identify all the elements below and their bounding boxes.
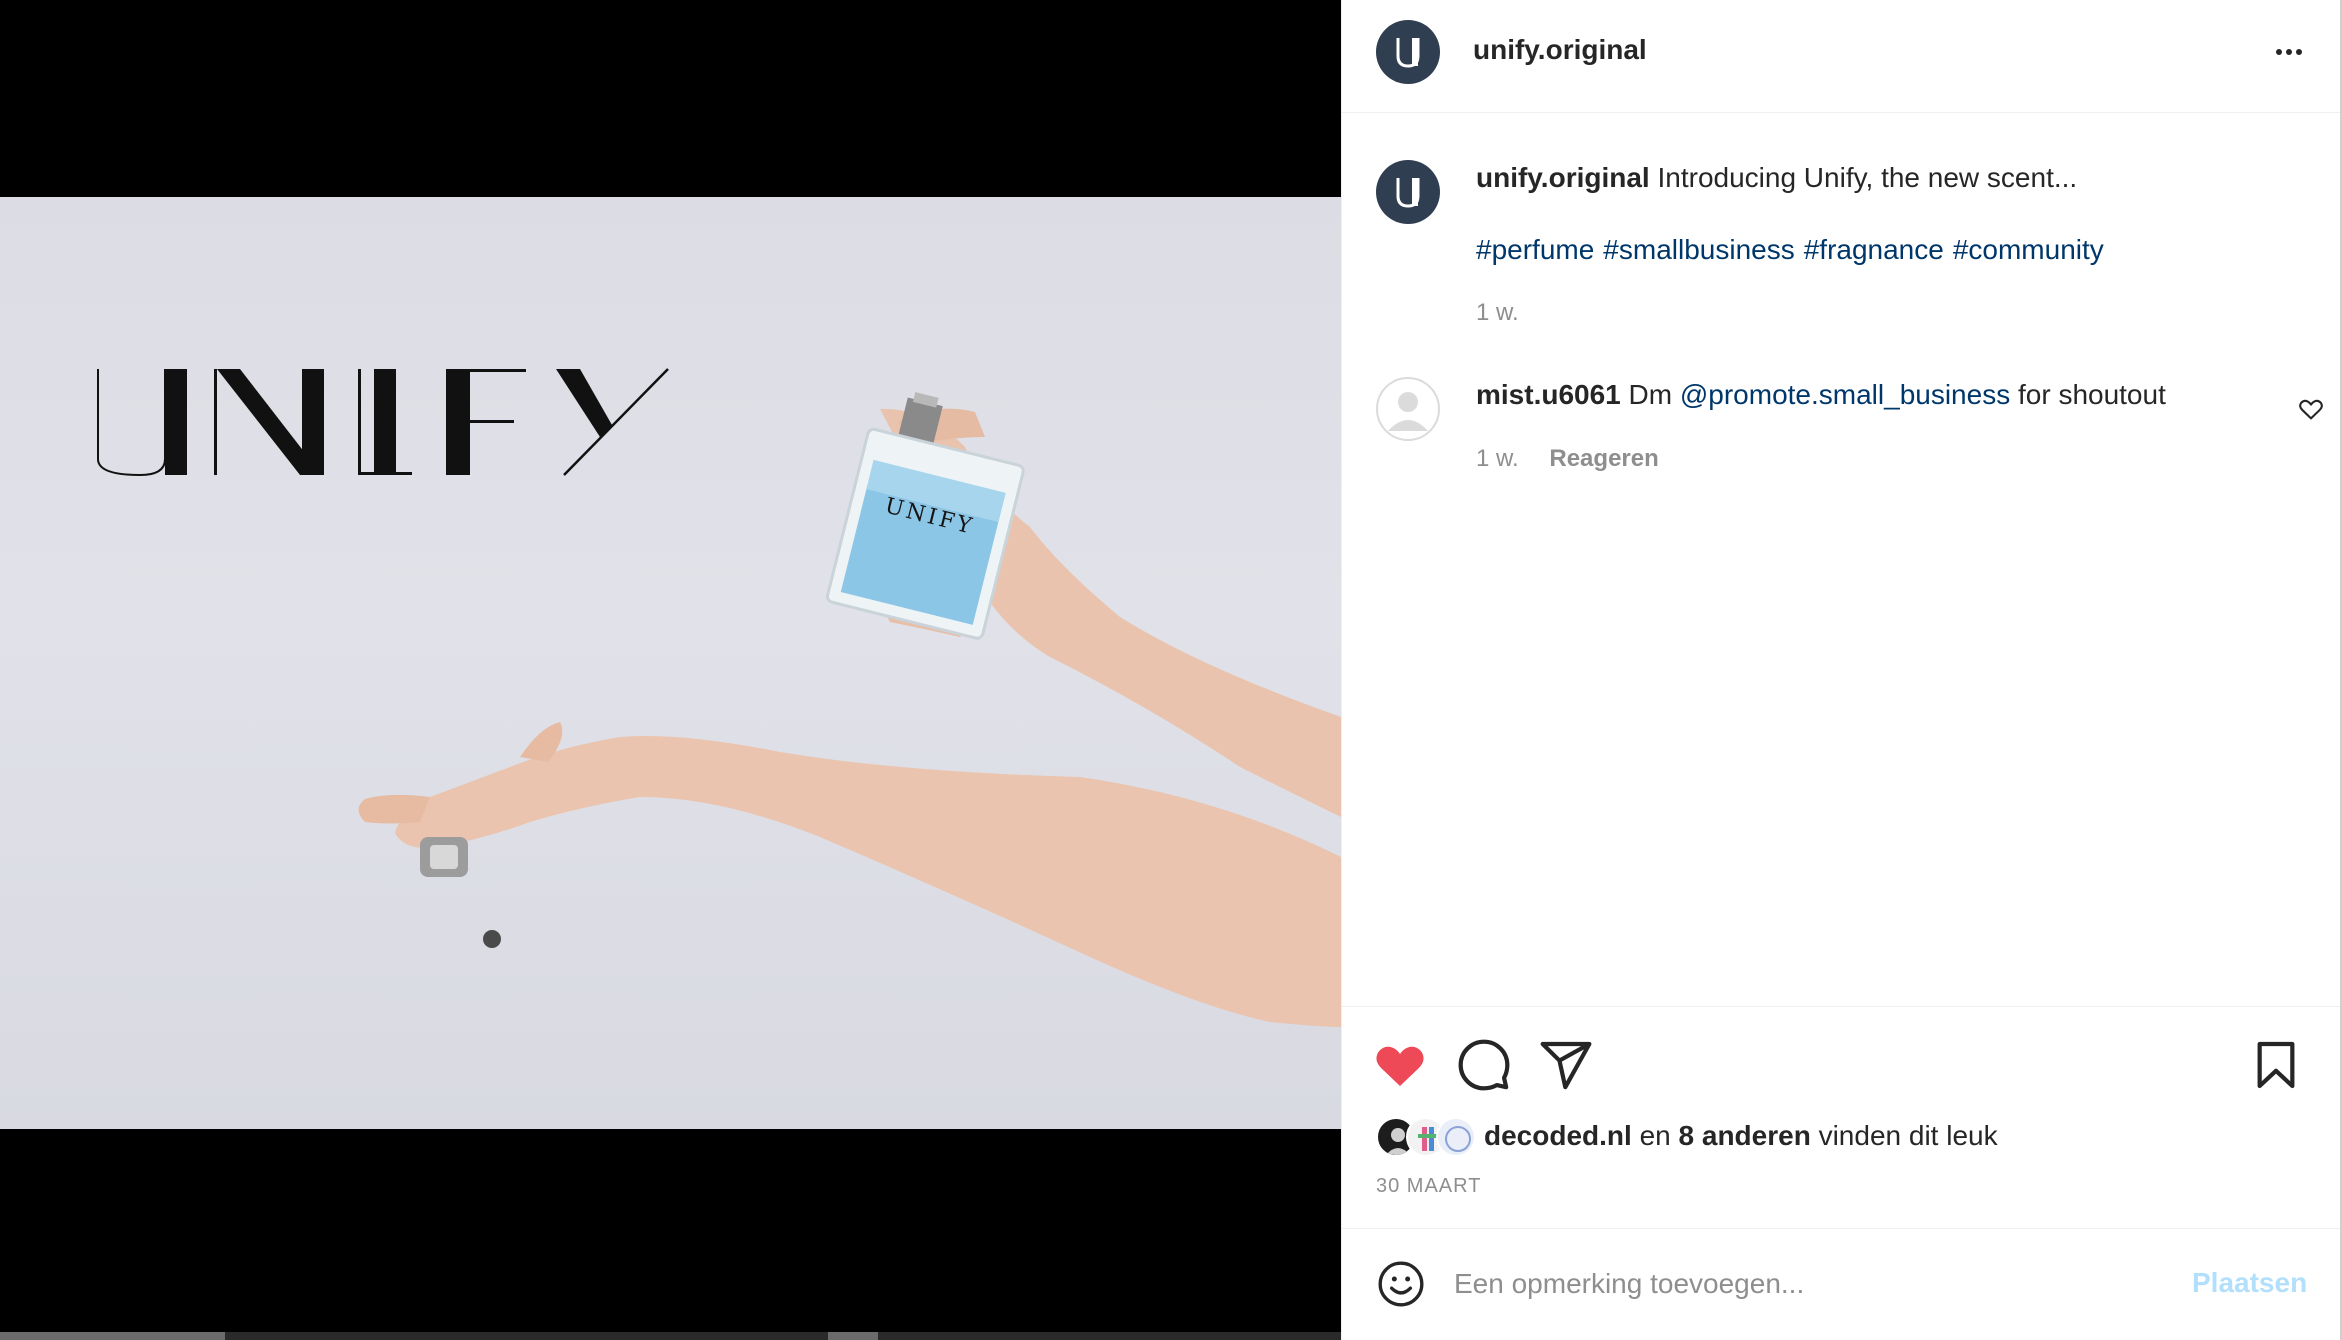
caption-text-line: unify.original Introducing Unify, the ne… xyxy=(1476,162,2077,194)
avatar[interactable] xyxy=(1376,160,1440,224)
comment-like-button[interactable] xyxy=(2297,395,2325,423)
comment-button[interactable] xyxy=(1456,1037,1512,1093)
avatar[interactable] xyxy=(1376,20,1440,84)
more-horizontal-icon xyxy=(2276,49,2302,55)
post-header: unify.original xyxy=(1342,0,2340,113)
video-progress-segment xyxy=(828,1332,878,1340)
comment-text: for shoutout xyxy=(2017,379,2166,410)
comment-text-line: mist.u6061 Dm @promote.small_business fo… xyxy=(1476,379,2166,411)
post-date[interactable]: 30 MAART xyxy=(1376,1175,1481,1198)
post-photo[interactable]: UNIFY xyxy=(0,197,1341,1129)
avatar[interactable] xyxy=(1376,377,1440,441)
hashtag-link[interactable]: #smallbusiness xyxy=(1603,234,1794,265)
unify-avatar-logo-icon xyxy=(1396,178,1420,208)
post-actions: decoded.nl en 8 anderen vinden dit leuk … xyxy=(1342,1006,2340,1228)
heart-filled-icon xyxy=(1376,1046,1424,1086)
comment-icon xyxy=(1458,1039,1510,1091)
comment-timestamp[interactable]: 1 w. xyxy=(1476,445,1519,472)
likes-summary: decoded.nl en 8 anderen vinden dit leuk xyxy=(1484,1120,1998,1152)
caption-timestamp[interactable]: 1 w. xyxy=(1476,299,1519,327)
liker-avatar-image xyxy=(1445,1126,1471,1152)
hashtag-list: #perfume #smallbusiness #fragnance #communi… xyxy=(1476,234,2113,266)
reply-button[interactable]: Reageren xyxy=(1549,445,1658,472)
share-button[interactable] xyxy=(1538,1037,1594,1093)
first-liker-link[interactable]: decoded.nl xyxy=(1484,1120,1632,1151)
bookmark-icon xyxy=(2257,1041,2295,1089)
header-username[interactable]: unify.original xyxy=(1473,34,1647,66)
more-options-button[interactable] xyxy=(2267,32,2311,68)
video-progress-bar[interactable] xyxy=(0,1332,1341,1340)
comment-meta: 1 w. Reageren xyxy=(1476,445,1659,473)
hashtag-link[interactable]: #fragnance xyxy=(1804,234,1944,265)
emoji-button[interactable] xyxy=(1376,1259,1426,1309)
send-icon xyxy=(1540,1041,1592,1090)
unify-logo xyxy=(97,368,669,477)
likes-suffix: vinden dit leuk xyxy=(1818,1120,1998,1151)
unify-avatar-logo-icon xyxy=(1396,38,1420,68)
caption-username[interactable]: unify.original xyxy=(1476,162,1650,193)
comment-composer: Plaatsen xyxy=(1342,1228,2340,1340)
liker-avatar[interactable] xyxy=(1436,1117,1476,1157)
comment-username[interactable]: mist.u6061 xyxy=(1476,379,1621,410)
comment-input[interactable] xyxy=(1454,1257,2154,1311)
comment-text: Dm xyxy=(1628,379,1673,410)
post-media[interactable]: UNIFY xyxy=(0,0,1341,1340)
like-button[interactable] xyxy=(1372,1037,1428,1093)
heart-outline-icon xyxy=(2299,399,2323,420)
hashtag-link[interactable]: #perfume xyxy=(1476,234,1594,265)
comment-mention-link[interactable]: @promote.small_business xyxy=(1680,379,2010,410)
video-progress-segment xyxy=(0,1332,225,1340)
emoji-icon xyxy=(1378,1261,1424,1307)
likes-connector: en xyxy=(1639,1120,1671,1151)
other-likers-link[interactable]: 8 anderen xyxy=(1679,1120,1811,1151)
post-details-panel: unify.original unify.original Introducin… xyxy=(1341,0,2340,1340)
post-comment-button[interactable]: Plaatsen xyxy=(2192,1267,2307,1299)
hashtag-link[interactable]: #community xyxy=(1953,234,2104,265)
default-user-icon xyxy=(1388,392,1428,431)
save-button[interactable] xyxy=(2248,1037,2304,1093)
caption-text: Introducing Unify, the new scent... xyxy=(1657,162,2078,193)
